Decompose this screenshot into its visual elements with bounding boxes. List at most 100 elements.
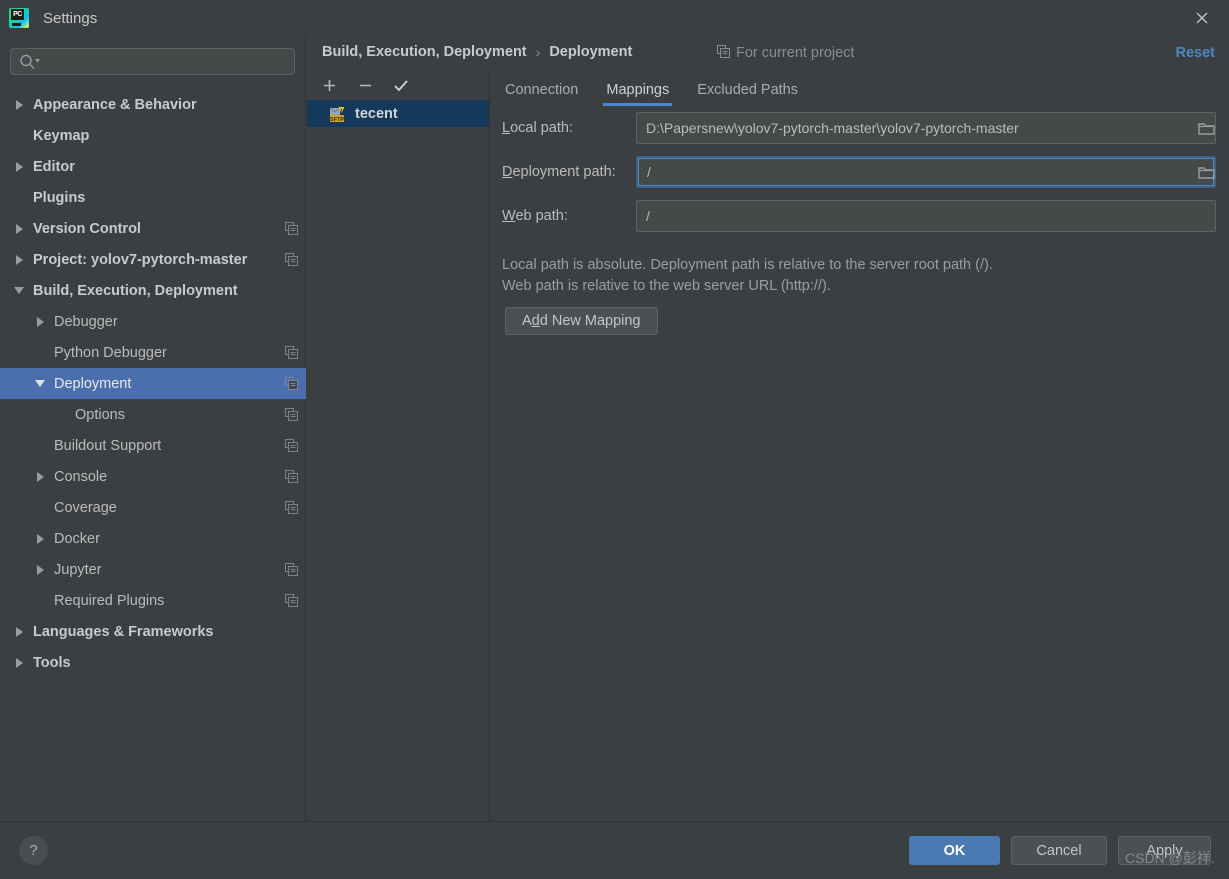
sidebar-item-required-plugins[interactable]: Required Plugins — [0, 585, 306, 616]
add-mapping-mnemonic: d — [531, 313, 540, 329]
local-path-row: Local path: — [491, 112, 1229, 146]
local-path-label: Local path: — [502, 120, 573, 136]
tab-connection[interactable]: Connection — [491, 82, 592, 106]
sidebar-item-label: Tools — [33, 654, 71, 671]
web-path-label: Web path: — [502, 208, 568, 224]
sidebar-item-label: Editor — [33, 158, 75, 175]
apply-button[interactable]: Apply — [1118, 836, 1211, 865]
copy-settings-icon — [285, 594, 298, 607]
chevron-right-icon[interactable] — [14, 625, 27, 638]
server-name: tecent — [355, 105, 398, 122]
title-bar: Settings — [0, 0, 1229, 36]
settings-sidebar: Appearance & Behavior Keymap Editor Plugins… — [0, 36, 306, 821]
copy-settings-icon — [285, 439, 298, 452]
set-default-server-button[interactable] — [391, 75, 411, 95]
sidebar-item-tools[interactable]: Tools — [0, 647, 306, 678]
help-line-1: Local path is absolute. Deployment path … — [502, 257, 993, 273]
web-path-row: Web path: — [491, 200, 1229, 234]
chevron-right-icon[interactable] — [14, 160, 27, 173]
ok-button[interactable]: OK — [909, 836, 1000, 865]
breadcrumb-item-0[interactable]: Build, Execution, Deployment — [322, 44, 527, 60]
sidebar-item-keymap[interactable]: Keymap — [0, 120, 306, 151]
sidebar-item-editor[interactable]: Editor — [0, 151, 306, 182]
sidebar-item-build-execution-deployment[interactable]: Build, Execution, Deployment — [0, 275, 306, 306]
sidebar-item-deployment[interactable]: Deployment — [0, 368, 306, 399]
help-button[interactable]: ? — [19, 836, 48, 865]
chevron-down-icon[interactable] — [35, 377, 48, 390]
copy-settings-icon — [285, 222, 298, 235]
sidebar-item-plugins[interactable]: Plugins — [0, 182, 306, 213]
server-toolbar — [307, 70, 489, 100]
breadcrumb: Build, Execution, Deployment › Deploymen… — [322, 44, 632, 60]
sidebar-item-version-control[interactable]: Version Control — [0, 213, 306, 244]
server-list-panel: SFTP tecent — [307, 70, 490, 821]
deployment-path-label: Deployment path: — [502, 164, 616, 180]
chevron-right-icon[interactable] — [14, 98, 27, 111]
reset-link[interactable]: Reset — [1176, 45, 1216, 61]
label-text: eployment path: — [512, 164, 616, 180]
sidebar-item-label: Required Plugins — [54, 592, 165, 609]
sidebar-item-console[interactable]: Console — [0, 461, 306, 492]
mappings-form: Local path: Deployment path: Web path: — [491, 112, 1229, 244]
settings-tab-bar: Connection Mappings Excluded Paths — [491, 74, 812, 106]
server-list: SFTP tecent — [307, 100, 489, 127]
svg-text:SFTP: SFTP — [330, 116, 344, 122]
sidebar-item-project-yolov7-pytorch-master[interactable]: Project: yolov7-pytorch-master — [0, 244, 306, 275]
mnemonic: L — [502, 120, 511, 136]
copy-settings-icon — [285, 346, 298, 359]
server-list-item[interactable]: SFTP tecent — [307, 100, 489, 127]
sidebar-item-label: Python Debugger — [54, 344, 167, 361]
label-text: eb path: — [515, 208, 568, 224]
add-server-button[interactable] — [319, 75, 339, 95]
chevron-down-icon[interactable] — [14, 284, 27, 297]
tab-excluded-paths[interactable]: Excluded Paths — [683, 82, 812, 106]
deployment-path-input[interactable] — [636, 156, 1216, 188]
chevron-right-icon[interactable] — [35, 532, 48, 545]
sidebar-item-languages-frameworks[interactable]: Languages & Frameworks — [0, 616, 306, 647]
close-icon[interactable] — [1185, 5, 1219, 31]
search-box[interactable] — [10, 48, 295, 75]
add-mapping-label-post: d New Mapping — [539, 313, 641, 329]
breadcrumb-separator-icon: › — [535, 44, 541, 60]
sidebar-item-buildout-support[interactable]: Buildout Support — [0, 430, 306, 461]
chevron-right-icon[interactable] — [14, 253, 27, 266]
sidebar-item-options[interactable]: Options — [0, 399, 306, 430]
sidebar-item-label: Buildout Support — [54, 437, 162, 454]
sidebar-item-appearance-behavior[interactable]: Appearance & Behavior — [0, 89, 306, 120]
pycharm-icon — [9, 8, 29, 28]
add-mapping-label-pre: A — [522, 313, 532, 329]
label-text: ocal path: — [510, 120, 573, 136]
chevron-right-icon[interactable] — [35, 315, 48, 328]
chevron-right-icon[interactable] — [35, 470, 48, 483]
sidebar-item-label: Console — [54, 468, 108, 485]
dialog-footer: ? OK Cancel Apply — [0, 821, 1229, 879]
project-scope-label: For current project — [736, 45, 855, 61]
add-new-mapping-button[interactable]: Add New Mapping — [505, 307, 658, 335]
web-path-input[interactable] — [636, 200, 1216, 232]
copy-settings-icon — [285, 501, 298, 514]
sidebar-item-label: Deployment — [54, 375, 132, 392]
breadcrumb-item-1[interactable]: Deployment — [549, 44, 632, 60]
tab-mappings[interactable]: Mappings — [592, 82, 683, 106]
sidebar-item-python-debugger[interactable]: Python Debugger — [0, 337, 306, 368]
sidebar-item-jupyter[interactable]: Jupyter — [0, 554, 306, 585]
remove-server-button[interactable] — [355, 75, 375, 95]
mappings-help-text: Local path is absolute. Deployment path … — [502, 255, 1202, 297]
local-path-input[interactable] — [636, 112, 1216, 144]
sidebar-item-label: Version Control — [33, 220, 141, 237]
copy-settings-icon — [285, 377, 298, 390]
cancel-button[interactable]: Cancel — [1011, 836, 1107, 865]
chevron-right-icon[interactable] — [14, 222, 27, 235]
sidebar-item-docker[interactable]: Docker — [0, 523, 306, 554]
search-input[interactable] — [10, 48, 295, 75]
deployment-path-row: Deployment path: — [491, 156, 1229, 190]
chevron-right-icon[interactable] — [14, 656, 27, 669]
sidebar-item-label: Coverage — [54, 499, 117, 516]
tab-label: Mappings — [606, 82, 670, 98]
help-line-2: Web path is relative to the web server U… — [502, 278, 831, 294]
chevron-right-icon[interactable] — [35, 563, 48, 576]
sidebar-item-debugger[interactable]: Debugger — [0, 306, 306, 337]
copy-settings-icon — [285, 408, 298, 421]
sidebar-item-coverage[interactable]: Coverage — [0, 492, 306, 523]
sidebar-item-label: Keymap — [33, 127, 90, 144]
